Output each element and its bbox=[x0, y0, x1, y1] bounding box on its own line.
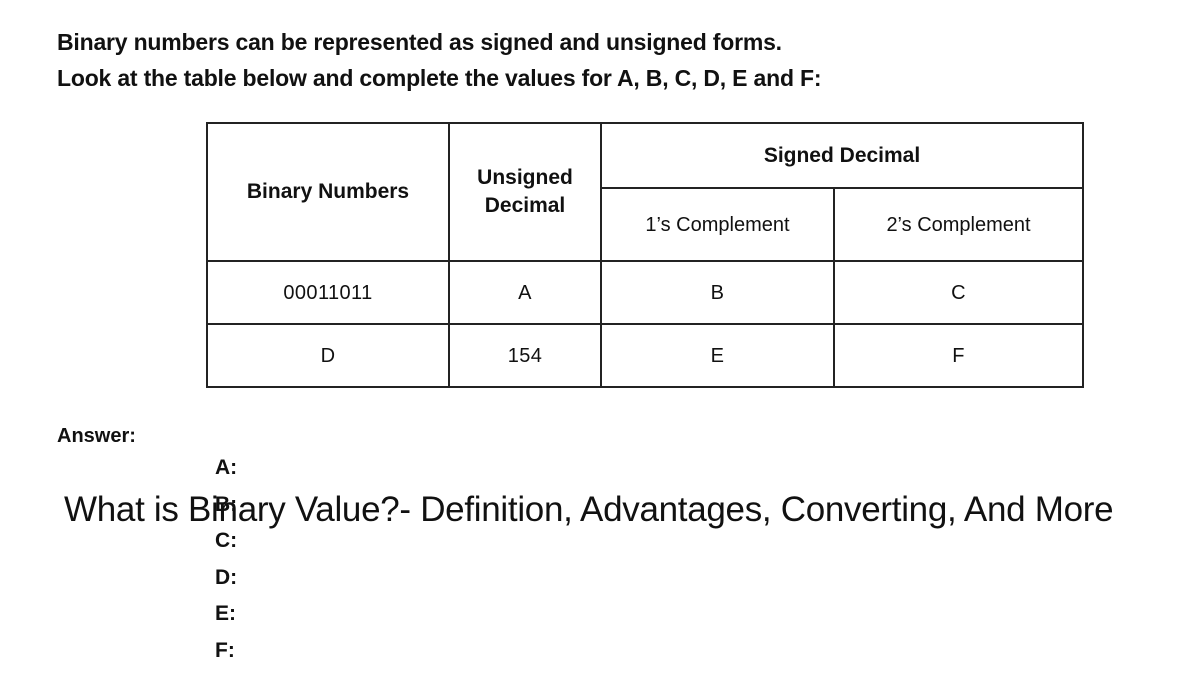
table-row: 00011011 A B C bbox=[206, 260, 1085, 325]
cell-ones-row-2: E bbox=[600, 323, 835, 388]
header-unsigned-decimal: Unsigned Decimal bbox=[448, 122, 602, 262]
table-body: 00011011 A B C D 154 E F bbox=[206, 260, 1085, 388]
binary-values-table-container: Binary Numbers Unsigned Decimal Signed D… bbox=[206, 122, 1085, 388]
header-twos-complement: 2’s Complement bbox=[832, 187, 1085, 262]
table-row: D 154 E F bbox=[206, 323, 1085, 388]
cell-ones-row-1: B bbox=[600, 260, 835, 325]
worksheet-page: Binary numbers can be represented as sig… bbox=[0, 0, 1200, 675]
table-header: Binary Numbers Unsigned Decimal Signed D… bbox=[206, 122, 1085, 262]
answer-item-f: F: bbox=[215, 638, 235, 662]
answer-heading: Answer: bbox=[57, 425, 136, 447]
cell-binary-row-1: 00011011 bbox=[206, 260, 450, 325]
cell-twos-row-1: C bbox=[832, 260, 1085, 325]
overlay-caption: What is Binary Value?- Definition, Advan… bbox=[64, 490, 1114, 529]
cell-unsigned-row-2: 154 bbox=[448, 323, 602, 388]
answer-list: A: B: C: D: E: F: bbox=[215, 450, 237, 670]
intro-paragraph: Binary numbers can be represented as sig… bbox=[57, 24, 1157, 96]
table-header-row-1: Binary Numbers Unsigned Decimal Signed D… bbox=[206, 122, 1085, 262]
cell-unsigned-row-1: A bbox=[448, 260, 602, 325]
intro-line-1: Binary numbers can be represented as sig… bbox=[57, 29, 782, 55]
intro-line-2: Look at the table below and complete the… bbox=[57, 65, 822, 91]
answer-item-d: D: bbox=[215, 565, 238, 589]
cell-twos-row-2: F bbox=[832, 323, 1085, 388]
header-binary-numbers: Binary Numbers bbox=[206, 122, 450, 262]
answer-item-a: A: bbox=[215, 456, 238, 479]
cell-binary-row-2: D bbox=[206, 323, 450, 388]
header-ones-complement: 1’s Complement bbox=[600, 187, 835, 262]
header-signed-decimal: Signed Decimal bbox=[599, 122, 1085, 189]
binary-values-table: Binary Numbers Unsigned Decimal Signed D… bbox=[206, 122, 1085, 388]
answer-item-e: E: bbox=[215, 602, 236, 626]
